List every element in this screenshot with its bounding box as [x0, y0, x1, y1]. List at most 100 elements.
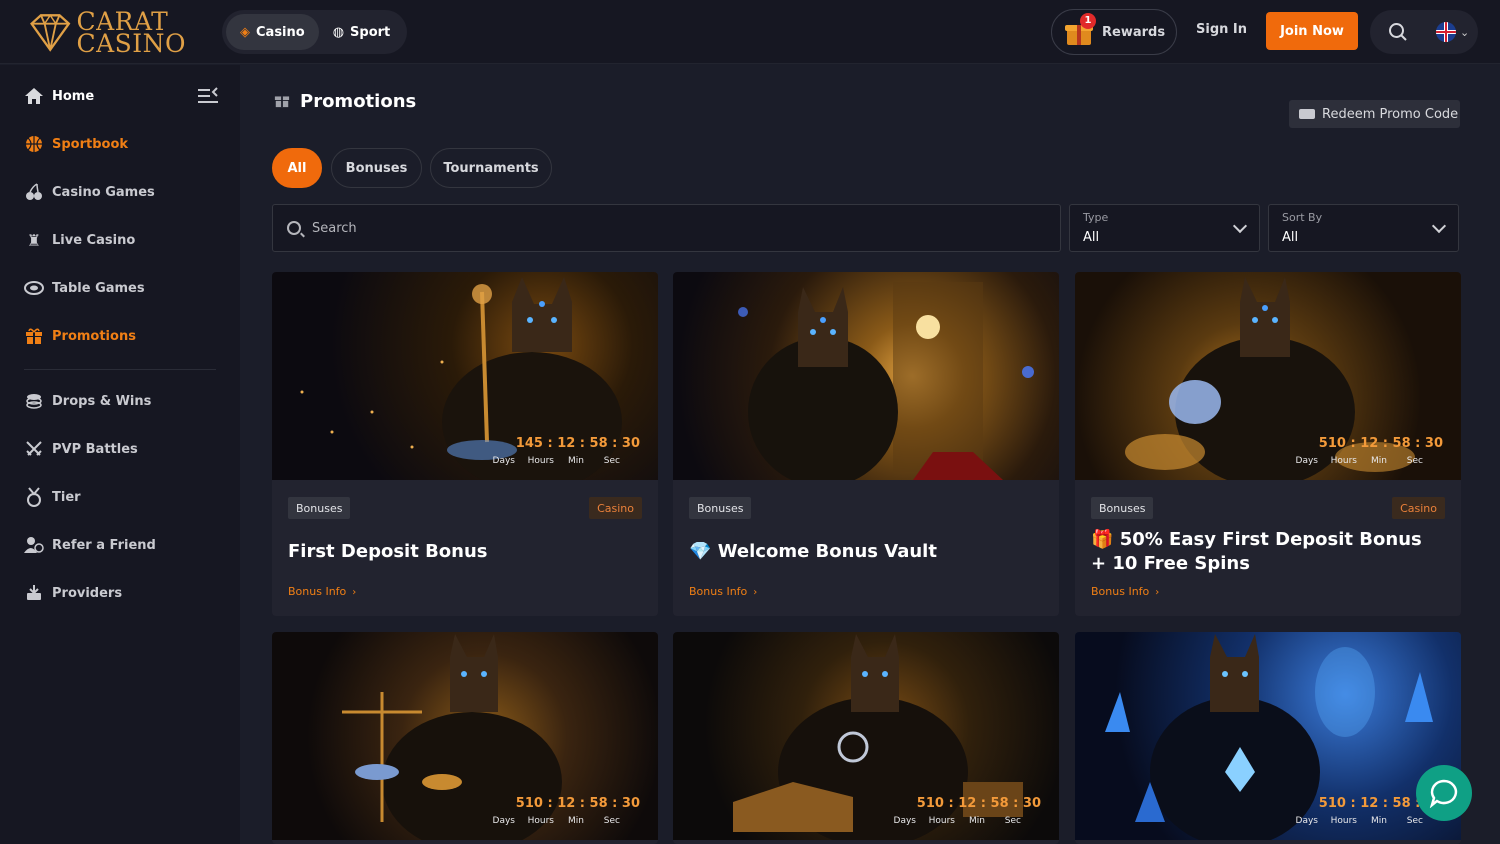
- bonus-info-link[interactable]: Bonus Info ›: [288, 585, 356, 598]
- promo-card[interactable]: 510 : 12 : 58 : 30 Days Hours Min Sec: [673, 632, 1059, 844]
- countdown-hours: 12: [1360, 436, 1379, 451]
- label-days: Days: [1295, 456, 1318, 466]
- chip-icon: [24, 278, 44, 298]
- promo-image: [673, 272, 1059, 480]
- gift-icon: [24, 326, 44, 346]
- sidebar-item-providers[interactable]: Providers: [24, 581, 122, 605]
- bonus-info-label: Bonus Info: [1091, 585, 1150, 598]
- sign-in-button[interactable]: Sign In: [1196, 22, 1247, 37]
- bonus-info-link[interactable]: Bonus Info ›: [1091, 585, 1159, 598]
- countdown-min: 58: [990, 796, 1009, 811]
- live-chat-button[interactable]: [1416, 765, 1472, 821]
- sidebar-item-label: PVP Battles: [52, 441, 138, 457]
- casino-icon: ◈: [240, 24, 250, 40]
- bonus-info-label: Bonus Info: [288, 585, 347, 598]
- type-select[interactable]: Type All: [1069, 204, 1260, 252]
- rewards-badge: 1: [1080, 13, 1096, 29]
- sidebar-item-drops-wins[interactable]: Drops & Wins: [24, 389, 151, 413]
- search-input[interactable]: Search: [272, 204, 1061, 252]
- logo[interactable]: CARAT CASINO: [26, 9, 186, 56]
- search-icon[interactable]: [1388, 22, 1408, 42]
- chevron-down-icon[interactable]: ⌄: [1460, 26, 1469, 39]
- tab-casino[interactable]: ◈ Casino: [226, 14, 319, 50]
- bonus-info-link[interactable]: Bonus Info ›: [689, 585, 757, 598]
- label-min: Min: [568, 456, 584, 466]
- sort-select[interactable]: Sort By All: [1268, 204, 1459, 252]
- promo-card-body: Bonuses Casino First Deposit Bonus Bonus…: [272, 480, 658, 616]
- promo-card[interactable]: 510 : 12 : 58 : 30 Days Hours Min Sec: [272, 632, 658, 844]
- chevron-down-icon: [1431, 218, 1447, 234]
- swords-icon: [24, 439, 44, 459]
- sidebar-item-label: Promotions: [52, 328, 136, 344]
- promo-card[interactable]: 510 : 12 : 58 : 30 Days Hours Min Sec: [1075, 632, 1461, 844]
- coins-icon: [24, 391, 44, 411]
- sidebar-item-promotions[interactable]: Promotions: [24, 324, 136, 348]
- label-days: Days: [492, 816, 515, 826]
- label-sec: Sec: [1406, 456, 1423, 466]
- sport-ball-icon: ◍: [332, 24, 345, 40]
- redeem-promo-button[interactable]: Redeem Promo Code: [1289, 100, 1460, 128]
- join-now-button[interactable]: Join Now: [1266, 12, 1358, 50]
- tab-sport[interactable]: ◍ Sport: [319, 14, 405, 50]
- sidebar-item-label: Providers: [52, 585, 123, 601]
- chevron-right-icon: ›: [753, 587, 758, 598]
- category-badge: Bonuses: [288, 497, 351, 519]
- promo-title: First Deposit Bonus: [288, 541, 488, 562]
- filter-bonuses[interactable]: Bonuses: [331, 148, 422, 188]
- label-min: Min: [1371, 816, 1387, 826]
- label-days: Days: [492, 456, 515, 466]
- countdown-days: 510: [1318, 796, 1346, 811]
- wolf-vault-artwork-image: [738, 282, 1034, 480]
- countdown-min: 58: [589, 796, 608, 811]
- chevron-down-icon: [1232, 218, 1248, 234]
- label-min: Min: [1371, 456, 1387, 466]
- uk-flag-icon[interactable]: [1436, 22, 1456, 42]
- casino-badge: Casino: [589, 497, 642, 519]
- sidebar-item-home[interactable]: Home: [24, 84, 94, 108]
- filter-tournaments[interactable]: Tournaments: [430, 148, 552, 188]
- diamond-icon: 💎: [689, 541, 712, 562]
- redeem-label: Redeem Promo Code: [1322, 106, 1459, 122]
- promo-title: 💎 Welcome Bonus Vault: [689, 540, 937, 564]
- sort-select-label: Sort By: [1282, 211, 1323, 224]
- collapse-menu-icon[interactable]: [198, 87, 218, 105]
- top-header: CARAT CASINO ◈ Casino ◍ Sport 1 Rewards …: [0, 0, 1500, 64]
- category-badge: Bonuses: [1091, 497, 1154, 519]
- tab-sport-label: Sport: [350, 24, 391, 40]
- label-hours: Hours: [1330, 456, 1357, 466]
- gift-icon: [274, 92, 290, 112]
- sidebar-divider: [24, 369, 216, 370]
- sidebar-item-table-games[interactable]: Table Games: [24, 276, 145, 300]
- label-sec: Sec: [1406, 816, 1423, 826]
- sidebar: Home Sportbook Casino Games ♜ Live Casin…: [0, 65, 240, 844]
- type-select-value: All: [1083, 230, 1100, 245]
- sidebar-item-live-casino[interactable]: ♜ Live Casino: [24, 228, 135, 252]
- countdown-sec: 30: [621, 436, 640, 451]
- label-min: Min: [568, 816, 584, 826]
- sidebar-item-sportbook[interactable]: Sportbook: [24, 132, 128, 156]
- promo-card[interactable]: Bonuses 💎 Welcome Bonus Vault Bonus Info…: [673, 272, 1059, 616]
- sidebar-item-tier[interactable]: Tier: [24, 485, 81, 509]
- countdown-sec: 30: [621, 796, 640, 811]
- promo-card[interactable]: 145 : 12 : 58 : 30 Days Hours Min Sec Bo…: [272, 272, 658, 616]
- header-tools: ⌄: [1370, 10, 1478, 54]
- countdown-days: 510: [515, 796, 543, 811]
- promo-title: 🎁 50% Easy First Deposit Bonus + 10 Free…: [1091, 528, 1441, 576]
- logo-text: CARAT CASINO: [76, 9, 186, 56]
- filter-all[interactable]: All: [272, 148, 322, 188]
- countdown-timer: 145 : 12 : 58 : 30 Days Hours Min Sec: [490, 436, 640, 468]
- sidebar-item-label: Sportbook: [52, 136, 129, 152]
- rewards-button[interactable]: 1 Rewards: [1051, 9, 1177, 55]
- page-title-text: Promotions: [300, 91, 417, 112]
- sidebar-item-casino-games[interactable]: Casino Games: [24, 180, 155, 204]
- countdown-hours: 12: [1360, 796, 1379, 811]
- sidebar-item-pvp-battles[interactable]: PVP Battles: [24, 437, 138, 461]
- gift-icon: 🎁: [1091, 529, 1114, 550]
- label-days: Days: [893, 816, 916, 826]
- sidebar-item-refer-friend[interactable]: Refer a Friend: [24, 533, 156, 557]
- label-days: Days: [1295, 816, 1318, 826]
- promo-card-body: Bonuses 💎 Welcome Bonus Vault Bonus Info…: [673, 480, 1059, 616]
- promo-card[interactable]: 510 : 12 : 58 : 30 Days Hours Min Sec Bo…: [1075, 272, 1461, 616]
- promo-title-text: Welcome Bonus Vault: [717, 541, 937, 562]
- countdown-values: 510 : 12 : 58 : 30: [916, 796, 1041, 811]
